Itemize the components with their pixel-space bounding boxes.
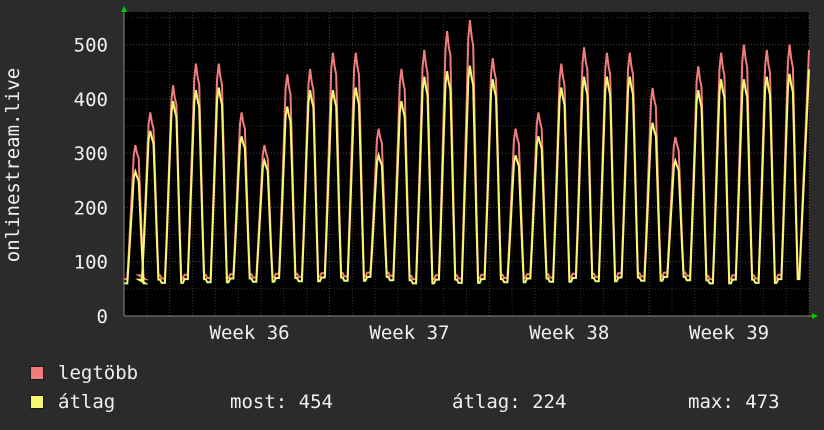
x-tick-label: Week 36 xyxy=(210,322,290,340)
x-tick-label: Week 37 xyxy=(369,322,449,340)
legend-avg: átlag xyxy=(30,391,115,413)
x-tick-label: Week 38 xyxy=(529,322,609,340)
y-tick-label: 100 xyxy=(74,252,108,274)
legend-avg-label: átlag xyxy=(58,391,116,413)
y-tick-label: 200 xyxy=(74,197,108,219)
y-tick-label: 500 xyxy=(74,35,108,57)
legend-max: legtöbb xyxy=(30,362,138,384)
y-tick-label: 400 xyxy=(74,89,108,111)
stat-current: most: 454 xyxy=(230,391,333,413)
x-tick-label: Week 39 xyxy=(689,322,769,340)
legend-max-swatch xyxy=(30,366,44,380)
y-tick-label: 0 xyxy=(97,306,108,328)
legend-max-label: legtöbb xyxy=(58,362,139,384)
x-axis-arrow xyxy=(812,313,818,319)
stat-max: max: 473 xyxy=(688,391,780,413)
legend-avg-swatch xyxy=(30,395,44,409)
y-axis-label: onlinestream.live xyxy=(2,68,24,262)
chart: 0 100 200 300 400 500 Week 36 Week 37 Week 38 Wee… xyxy=(2,6,818,340)
stat-average: átlag: 224 xyxy=(452,391,567,413)
y-tick-label: 300 xyxy=(74,143,108,165)
y-axis-arrow xyxy=(121,6,127,12)
